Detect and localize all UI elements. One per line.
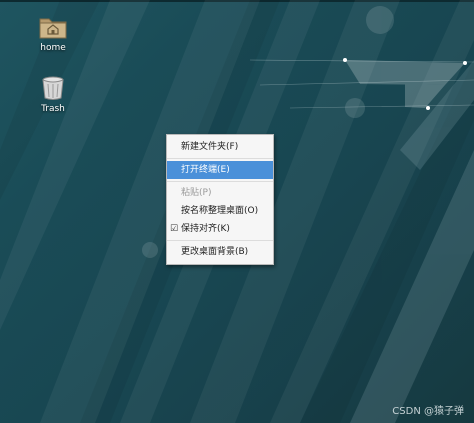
desktop[interactable]: home Trash 新建文件夹(F) 打开终端(E) 粘贴(P) 按名称整理桌… <box>0 0 474 423</box>
menu-item-label: 粘贴(P) <box>181 188 212 198</box>
menu-separator <box>167 240 273 241</box>
menu-item-paste[interactable]: 粘贴(P) <box>167 184 273 202</box>
menu-separator <box>167 158 273 159</box>
menu-item-new-folder[interactable]: 新建文件夹(F) <box>167 138 273 156</box>
menu-item-label: 更改桌面背景(B) <box>181 247 249 257</box>
desktop-context-menu: 新建文件夹(F) 打开终端(E) 粘贴(P) 按名称整理桌面(O) ☑ 保持对齐… <box>166 134 274 265</box>
checkmark-icon: ☑ <box>170 224 179 234</box>
menu-item-label: 按名称整理桌面(O) <box>181 206 259 216</box>
home-folder-icon <box>39 18 67 39</box>
desktop-icon-home[interactable]: home <box>23 14 83 53</box>
menu-item-change-background[interactable]: 更改桌面背景(B) <box>167 243 273 261</box>
menu-item-label: 打开终端(E) <box>181 165 230 175</box>
watermark: CSDN @猿子弹 <box>392 406 464 417</box>
menu-item-organize-by-name[interactable]: 按名称整理桌面(O) <box>167 202 273 220</box>
menu-item-label: 新建文件夹(F) <box>181 142 239 152</box>
menu-item-label: 保持对齐(K) <box>181 224 230 234</box>
desktop-icon-home-label: home <box>40 43 66 53</box>
trash-icon <box>42 76 64 100</box>
menu-item-open-terminal[interactable]: 打开终端(E) <box>167 161 273 179</box>
desktop-icon-trash[interactable]: Trash <box>23 75 83 114</box>
desktop-icon-trash-label: Trash <box>41 104 65 114</box>
menu-separator <box>167 181 273 182</box>
menu-item-keep-aligned[interactable]: ☑ 保持对齐(K) <box>167 220 273 238</box>
